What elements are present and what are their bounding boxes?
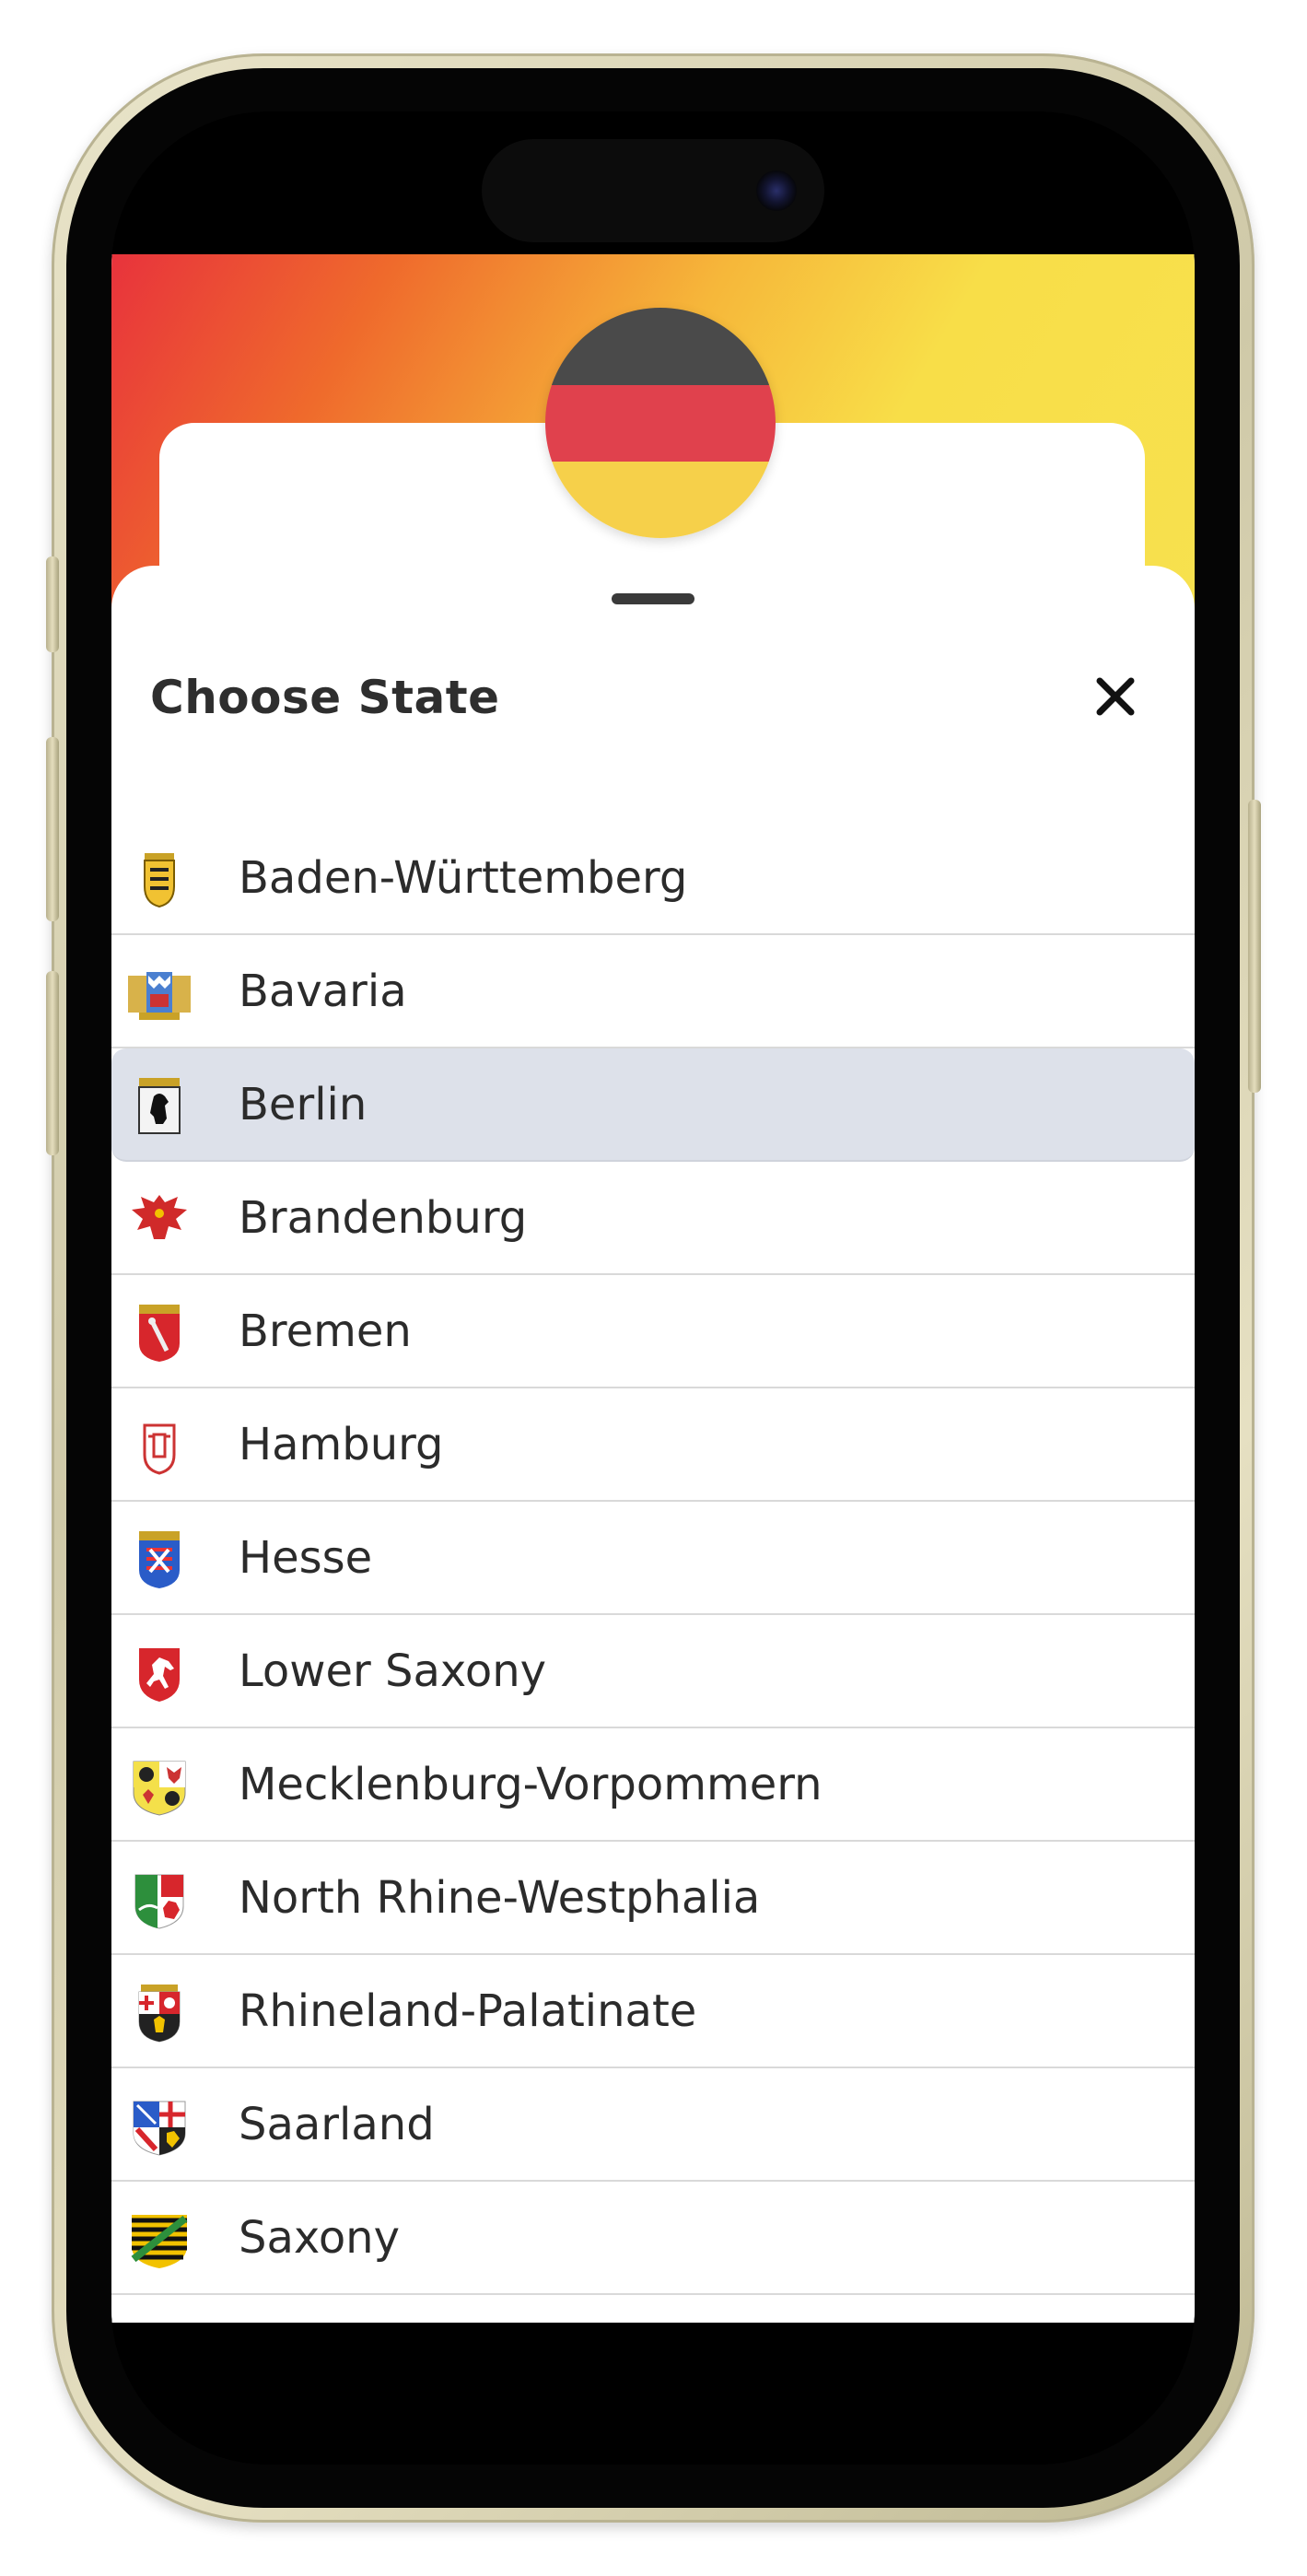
close-button[interactable]: [1088, 669, 1143, 724]
power-button: [1248, 800, 1261, 1093]
state-label: Rhineland-Palatinate: [239, 1985, 697, 2037]
state-label: Lower Saxony: [239, 1645, 547, 1697]
state-label: Mecklenburg-Vorpommern: [239, 1758, 823, 1810]
state-row[interactable]: Hesse: [111, 1502, 1195, 1615]
mecklenburg-vorpommern-coat-of-arms-icon: [126, 1756, 193, 1817]
state-row[interactable]: Brandenburg: [111, 1162, 1195, 1275]
state-row[interactable]: Baden-Württemberg: [111, 822, 1195, 935]
state-row[interactable]: Hamburg: [111, 1388, 1195, 1502]
dynamic-island: [482, 139, 824, 242]
saxony-coat-of-arms-icon: [126, 2209, 193, 2270]
volume-up-button: [46, 737, 59, 921]
bavaria-coat-of-arms-icon: [126, 963, 193, 1024]
hamburg-coat-of-arms-icon: [126, 1416, 193, 1477]
saarland-coat-of-arms-icon: [126, 2096, 193, 2157]
state-row[interactable]: Saxony: [111, 2182, 1195, 2295]
state-label: North Rhine-Westphalia: [239, 1871, 761, 1924]
state-label: Bremen: [239, 1305, 412, 1357]
sheet-grabber[interactable]: [612, 593, 694, 604]
state-row[interactable]: Bremen: [111, 1275, 1195, 1388]
state-label: Hamburg: [239, 1418, 444, 1470]
state-row[interactable]: Bavaria: [111, 935, 1195, 1048]
state-label: Brandenburg: [239, 1191, 528, 1244]
close-icon: [1096, 677, 1135, 716]
rhineland-palatinate-coat-of-arms-icon: [126, 1983, 193, 2043]
screen-bottom: [111, 2323, 1195, 2465]
state-label: Saxony: [239, 2211, 401, 2264]
state-label: Hesse: [239, 1531, 373, 1584]
sheet-title: Choose State: [150, 671, 500, 724]
state-row[interactable]: Rhineland-Palatinate: [111, 1955, 1195, 2068]
state-label: Saarland: [239, 2098, 435, 2150]
action-button: [46, 556, 59, 652]
volume-down-button: [46, 971, 59, 1155]
lower-saxony-coat-of-arms-icon: [126, 1643, 193, 1704]
state-label: Baden-Württemberg: [239, 851, 688, 904]
choose-state-sheet: Choose State Baden-Württemberg Bavaria Ber…: [111, 566, 1195, 2323]
front-camera-icon: [756, 170, 797, 211]
app-view: Choose State Baden-Württemberg Bavaria Ber…: [111, 254, 1195, 2323]
bremen-coat-of-arms-icon: [126, 1303, 193, 1364]
state-row[interactable]: North Rhine-Westphalia: [111, 1842, 1195, 1955]
state-row[interactable]: Mecklenburg-Vorpommern: [111, 1728, 1195, 1842]
state-row[interactable]: Berlin: [111, 1048, 1195, 1162]
hesse-coat-of-arms-icon: [126, 1529, 193, 1590]
state-list: Baden-Württemberg Bavaria Berlin Brandenbur…: [111, 822, 1195, 2295]
state-label: Berlin: [239, 1078, 368, 1130]
state-row[interactable]: Saarland: [111, 2068, 1195, 2182]
north-rhine-westphalia-coat-of-arms-icon: [126, 1869, 193, 1930]
baden-wurttemberg-coat-of-arms-icon: [126, 849, 193, 910]
state-label: Bavaria: [239, 965, 407, 1017]
state-row[interactable]: Lower Saxony: [111, 1615, 1195, 1728]
brandenburg-coat-of-arms-icon: [126, 1189, 193, 1250]
berlin-coat-of-arms-icon: [126, 1076, 193, 1137]
germany-flag-icon: [545, 308, 776, 538]
phone-screen: Choose State Baden-Württemberg Bavaria Ber…: [111, 111, 1195, 2465]
